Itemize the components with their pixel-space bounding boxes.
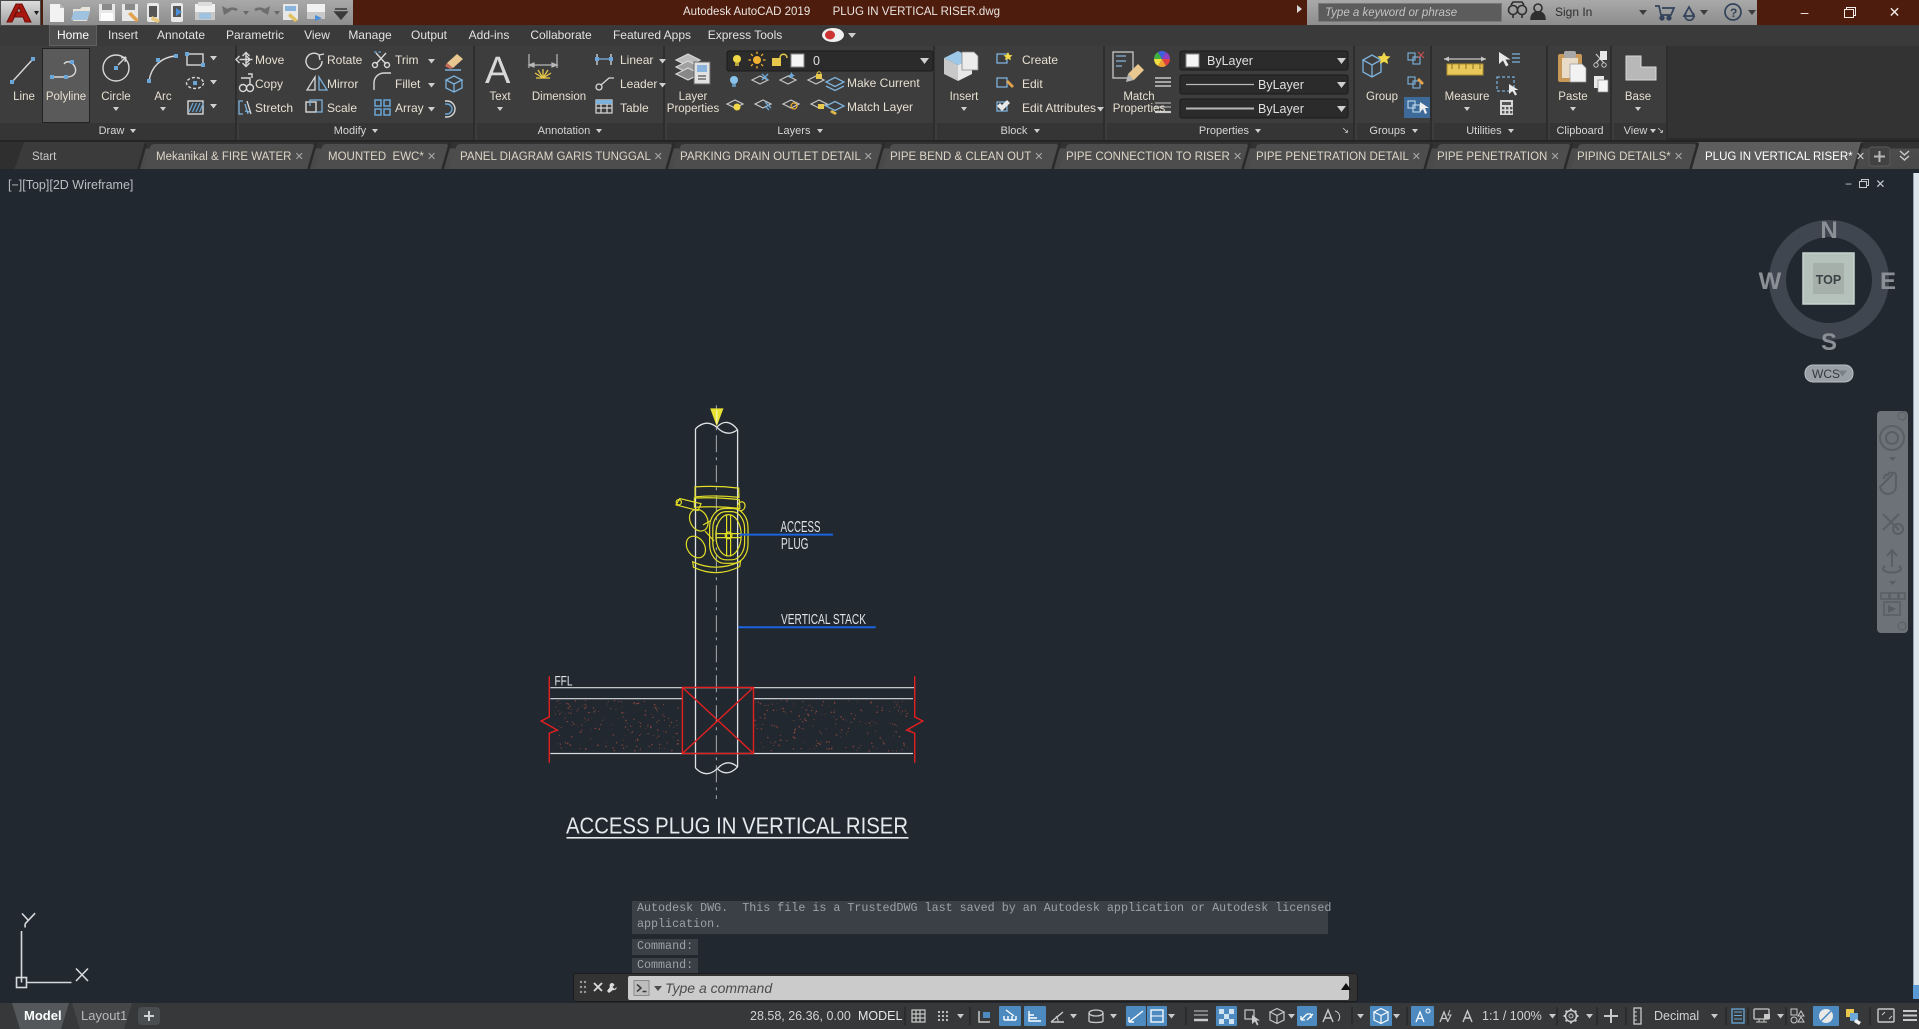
svg-text:W: W	[1759, 268, 1782, 295]
svg-text:VERTICAL STACK: VERTICAL STACK	[781, 612, 866, 628]
svg-text:Edit: Edit	[1022, 77, 1043, 91]
svg-text:TOP: TOP	[1816, 273, 1841, 287]
svg-text:ByLayer: ByLayer	[1258, 78, 1304, 92]
svg-text:Leader: Leader	[620, 77, 657, 91]
svg-text:Trim: Trim	[395, 53, 419, 67]
svg-text:Table: Table	[620, 101, 649, 115]
svg-text:E: E	[1880, 268, 1896, 295]
svg-text:PLUG: PLUG	[781, 536, 809, 553]
svg-text:ACCESS: ACCESS	[781, 519, 821, 536]
svg-text:Make Current: Make Current	[847, 76, 920, 90]
svg-text:?: ?	[1730, 6, 1737, 20]
svg-text:Move: Move	[255, 53, 285, 67]
svg-text:WCS: WCS	[1812, 367, 1840, 381]
svg-text:Fillet: Fillet	[395, 77, 421, 91]
svg-text:Array: Array	[395, 101, 424, 115]
svg-text:N: N	[1820, 217, 1837, 244]
svg-text:A: A	[485, 50, 511, 92]
svg-text:S: S	[1821, 329, 1837, 356]
svg-text:Scale: Scale	[327, 101, 357, 115]
svg-text:Mirror: Mirror	[327, 77, 358, 91]
svg-text:ACCESS PLUG IN VERTICAL RISER: ACCESS PLUG IN VERTICAL RISER	[566, 813, 908, 839]
svg-text:0: 0	[813, 54, 820, 68]
svg-text:ByLayer: ByLayer	[1258, 102, 1304, 116]
svg-text:Rotate: Rotate	[327, 53, 363, 67]
svg-text:Stretch: Stretch	[255, 101, 293, 115]
svg-text:Copy: Copy	[255, 77, 283, 91]
svg-text:Match Layer: Match Layer	[847, 100, 913, 114]
svg-text:FFL: FFL	[555, 672, 573, 688]
svg-text:Edit Attributes: Edit Attributes	[1022, 101, 1096, 115]
svg-text:Create: Create	[1022, 53, 1058, 67]
svg-text:Linear: Linear	[620, 53, 653, 67]
svg-text:ByLayer: ByLayer	[1207, 54, 1253, 68]
